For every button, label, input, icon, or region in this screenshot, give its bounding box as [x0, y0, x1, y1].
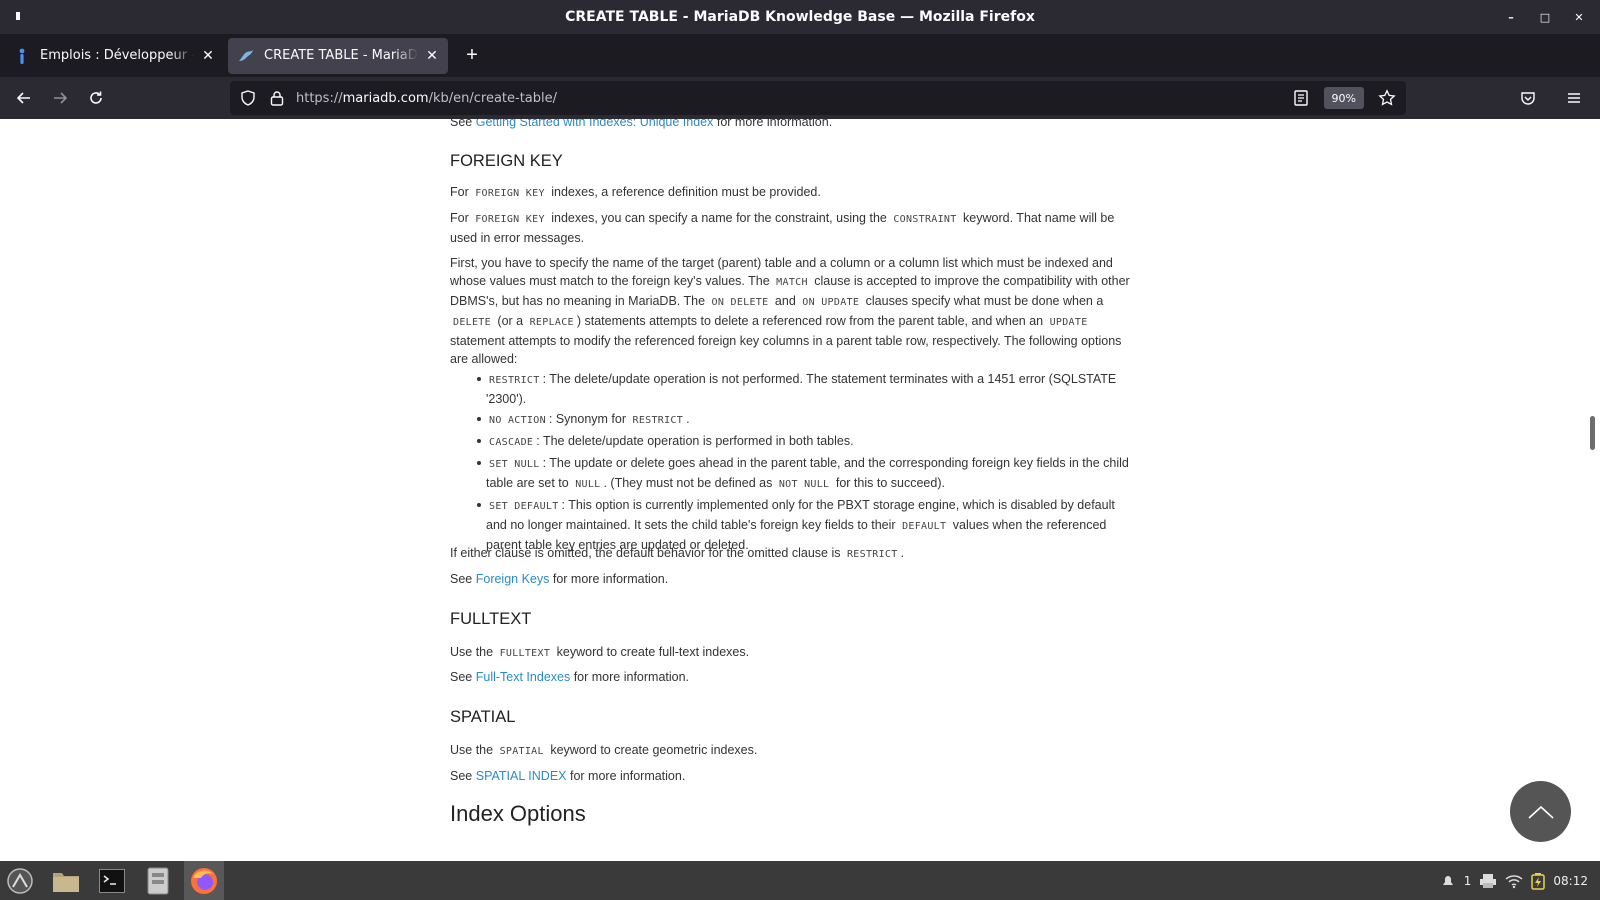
system-tray: 1 08:12	[1440, 861, 1588, 900]
fulltext-see-also: See Full-Text Indexes for more informati…	[450, 670, 690, 684]
mariadb-seal-icon	[238, 48, 254, 64]
code-snippet: CONSTRAINT	[893, 214, 957, 225]
fk-options-list: RESTRICT: The delete/update operation is…	[450, 370, 1130, 554]
close-tab-icon[interactable]: ✕	[424, 48, 440, 64]
code-snippet: RESTRICT	[846, 549, 898, 560]
fulltext-heading: FULLTEXT	[450, 610, 532, 628]
fk-paragraph-3: First, you have to specify the name of t…	[450, 256, 1130, 366]
fk-paragraph-1: For FOREIGN KEY indexes, a reference def…	[450, 185, 821, 199]
code-snippet: MATCH	[776, 277, 808, 288]
bookmark-star-icon[interactable]	[1378, 89, 1396, 107]
window-titlebar: CREATE TABLE - MariaDB Knowledge Base — …	[0, 0, 1600, 34]
full-text-indexes-link[interactable]: Full-Text Indexes	[476, 670, 570, 684]
page-scrollbar[interactable]	[1586, 119, 1598, 861]
desktop-taskbar: 1 08:12	[0, 861, 1600, 900]
maximize-button[interactable]: □	[1536, 8, 1554, 26]
code-snippet: FULLTEXT	[499, 648, 551, 659]
back-to-top-button[interactable]	[1510, 781, 1571, 842]
list-item: RESTRICT: The delete/update operation is…	[450, 370, 1130, 408]
spatial-heading: SPATIAL	[450, 708, 516, 726]
window-title: CREATE TABLE - MariaDB Knowledge Base — …	[565, 9, 1035, 25]
close-tab-icon[interactable]: ✕	[200, 48, 216, 64]
tab-strip: Emplois : Développeur - 14 ✕ CREATE TABL…	[0, 34, 1600, 77]
spatial-index-link[interactable]: SPATIAL INDEX	[476, 769, 567, 783]
fk-omit-paragraph: If either clause is omitted, the default…	[450, 546, 905, 560]
printer-icon[interactable]	[1479, 873, 1497, 889]
lock-icon[interactable]	[270, 90, 284, 106]
fk-paragraph-2: For FOREIGN KEY indexes, you can specify…	[450, 211, 1115, 245]
fk-see-also: See Foreign Keys for more information.	[450, 572, 669, 586]
back-button[interactable]	[8, 82, 40, 114]
minimize-button[interactable]: –	[1502, 8, 1520, 26]
spatial-see-also: See SPATIAL INDEX for more information.	[450, 769, 686, 783]
navigation-toolbar: https://mariadb.com/kb/en/create-table/ …	[0, 77, 1600, 119]
file-manager-icon[interactable]	[46, 861, 86, 900]
index-options-heading: Index Options	[450, 801, 586, 826]
forward-button[interactable]	[44, 82, 76, 114]
notification-count: 1	[1463, 873, 1472, 888]
tab-title: Emplois : Développeur - 14	[40, 48, 194, 63]
pocket-icon[interactable]	[1512, 82, 1544, 114]
window-menu-icon[interactable]	[16, 12, 20, 20]
new-tab-button[interactable]: +	[458, 42, 486, 70]
tracking-protection-shield-icon[interactable]	[240, 90, 256, 106]
list-item: NO ACTION: Synonym for RESTRICT.	[450, 410, 1130, 430]
back-arrow-icon	[16, 92, 30, 104]
code-snippet: ON DELETE	[711, 297, 769, 308]
tab-title: CREATE TABLE - MariaDB Kn	[264, 48, 418, 63]
reload-button[interactable]	[80, 82, 112, 114]
spatial-paragraph: Use the SPATIAL keyword to create geomet…	[450, 743, 758, 757]
getting-started-unique-index-link[interactable]: Getting Started with Indexes: Unique Ind…	[476, 119, 714, 129]
clock: 08:12	[1553, 873, 1588, 888]
firefox-icon[interactable]	[184, 861, 224, 900]
start-menu-icon[interactable]	[0, 861, 40, 900]
foreign-keys-link[interactable]: Foreign Keys	[476, 572, 550, 586]
code-snippet: DELETE	[453, 317, 491, 328]
foreign-key-heading: FOREIGN KEY	[450, 152, 563, 170]
code-snippet: FOREIGN KEY	[475, 214, 545, 225]
code-snippet: ON UPDATE	[802, 297, 860, 308]
close-window-button[interactable]: ✕	[1570, 8, 1588, 26]
battery-charging-icon[interactable]	[1531, 872, 1546, 890]
forward-arrow-icon	[54, 92, 68, 104]
code-snippet: UPDATE	[1049, 317, 1088, 328]
scrollbar-thumb[interactable]	[1590, 416, 1595, 450]
url-bar[interactable]: https://mariadb.com/kb/en/create-table/ …	[230, 81, 1406, 115]
tab-create-table[interactable]: CREATE TABLE - MariaDB Kn ✕	[228, 37, 448, 74]
chevron-up-icon	[1527, 805, 1554, 819]
list-item: CASCADE: The delete/update operation is …	[450, 432, 1130, 452]
code-snippet: REPLACE	[529, 317, 574, 328]
zoom-indicator[interactable]: 90%	[1323, 87, 1364, 109]
terminal-icon[interactable]	[92, 861, 132, 900]
notification-bell-icon[interactable]	[1440, 873, 1456, 889]
code-snippet: SPATIAL	[499, 746, 544, 757]
tab-emplois[interactable]: Emplois : Développeur - 14 ✕	[4, 38, 224, 74]
archive-manager-icon[interactable]	[138, 861, 178, 900]
code-snippet: FOREIGN KEY	[475, 188, 545, 199]
hamburger-menu-icon[interactable]	[1558, 82, 1590, 114]
list-item: SET NULL: The update or delete goes ahea…	[450, 454, 1130, 494]
unique-index-see-also: See Getting Started with Indexes: Unique…	[450, 119, 832, 131]
reader-view-icon[interactable]	[1292, 89, 1310, 107]
page-content: See Getting Started with Indexes: Unique…	[0, 119, 1600, 861]
wifi-icon[interactable]	[1505, 873, 1523, 889]
url-text[interactable]: https://mariadb.com/kb/en/create-table/	[296, 91, 1292, 106]
fulltext-paragraph: Use the FULLTEXT keyword to create full-…	[450, 645, 750, 659]
indeed-icon	[14, 48, 30, 64]
reload-icon	[90, 91, 102, 104]
